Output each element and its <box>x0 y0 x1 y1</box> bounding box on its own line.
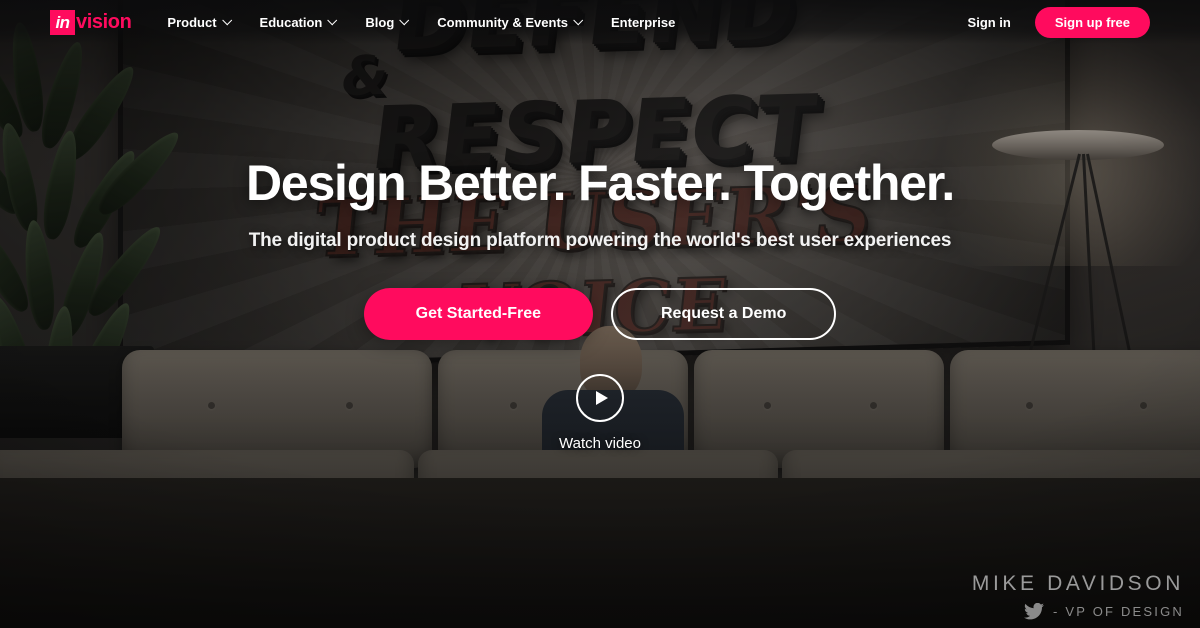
speaker-name: MIKE DAVIDSON <box>971 572 1184 595</box>
chevron-down-icon <box>573 14 584 25</box>
hero-content: Design Better. Faster. Together. The dig… <box>0 0 1200 452</box>
request-a-demo-button[interactable]: Request a Demo <box>611 288 837 340</box>
hero-cta-row: Get Started-Free Request a Demo <box>363 288 837 340</box>
speaker-caption: MIKE DAVIDSON - VP OF DESIGN <box>972 572 1184 620</box>
nav-item-blog-label: Blog <box>365 14 395 30</box>
nav-item-education-label: Education <box>259 14 323 30</box>
watch-video-control[interactable]: Watch video <box>559 374 641 452</box>
nav-item-product[interactable]: Product <box>167 14 232 30</box>
invision-logo[interactable]: in vision <box>50 9 132 35</box>
chevron-down-icon <box>221 14 232 25</box>
hero-headline: Design Better. Faster. Together. <box>245 155 955 211</box>
nav-item-enterprise-label: Enterprise <box>611 14 676 30</box>
twitter-bird-icon <box>1024 603 1045 620</box>
hero-subheadline: The digital product design platform powe… <box>248 230 952 251</box>
nav-item-community-events[interactable]: Community & Events <box>437 14 584 30</box>
logo-word-vision: vision <box>76 10 132 33</box>
nav-item-blog[interactable]: Blog <box>365 14 410 30</box>
chevron-down-icon <box>399 14 410 25</box>
hero-section: DEFEND & RESPECT THE USER'S VOICE <box>0 0 1200 628</box>
nav-actions: Sign in Sign up free <box>968 6 1150 38</box>
get-started-free-button[interactable]: Get Started-Free <box>363 288 593 340</box>
main-navigation-bar: in vision Product Education Blog Communi… <box>0 0 1200 44</box>
speaker-role: - VP OF DESIGN <box>1053 604 1184 619</box>
play-button-icon[interactable] <box>575 374 624 422</box>
nav-item-education[interactable]: Education <box>259 14 338 30</box>
sign-up-free-button[interactable]: Sign up free <box>1034 6 1150 38</box>
nav-item-community-events-label: Community & Events <box>437 14 569 30</box>
nav-item-enterprise[interactable]: Enterprise <box>611 15 675 30</box>
logo-mark-in: in <box>50 9 75 35</box>
nav-item-product-label: Product <box>167 14 217 30</box>
watch-video-label: Watch video <box>559 435 641 452</box>
nav-links: Product Education Blog Community & Event… <box>167 15 675 30</box>
sign-in-link[interactable]: Sign in <box>968 15 1011 30</box>
chevron-down-icon <box>327 14 338 25</box>
